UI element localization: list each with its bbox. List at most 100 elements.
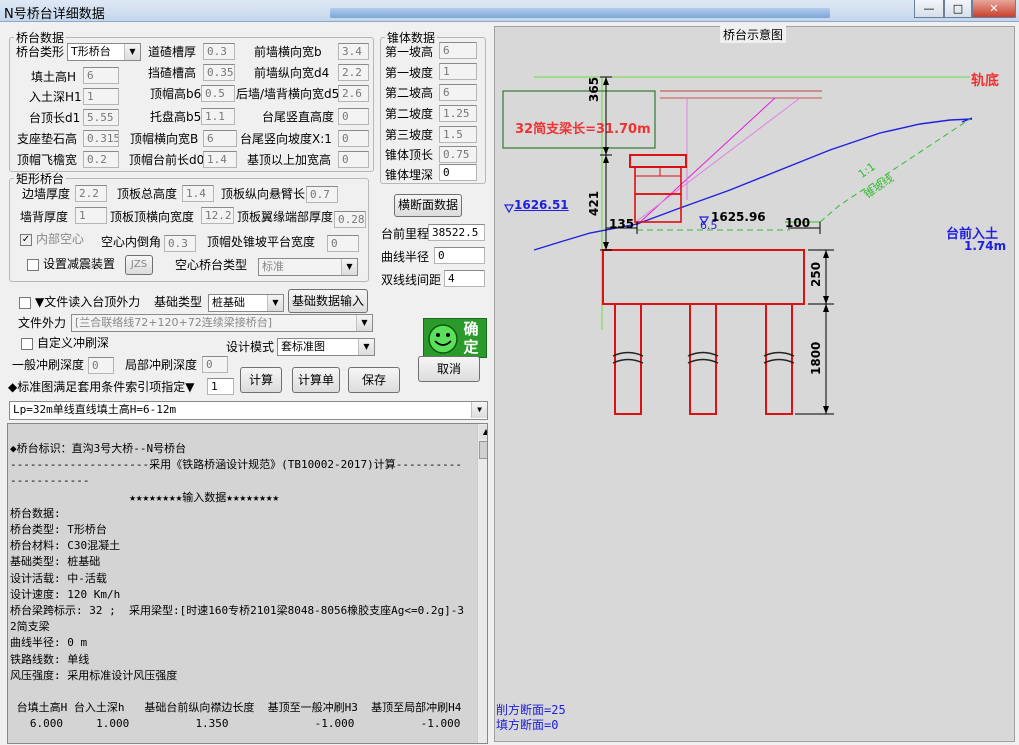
- cap-eave-input[interactable]: 0.2: [83, 151, 119, 168]
- general-scour-input[interactable]: 0: [88, 357, 114, 374]
- foundation-type-select[interactable]: 桩基础 ▼: [208, 294, 284, 312]
- damper-label: 设置减震装置: [43, 257, 116, 271]
- fill-height-input[interactable]: 6: [83, 67, 119, 84]
- foundation-type-label: 基础类型: [154, 295, 203, 309]
- cap-height-input[interactable]: 0.5: [201, 85, 235, 102]
- minimize-button[interactable]: —: [914, 0, 944, 18]
- tail-slope-input[interactable]: 0: [338, 130, 369, 147]
- slope2-height-label: 第二坡高: [385, 86, 434, 100]
- jzs-button[interactable]: JZS: [125, 255, 153, 275]
- scroll-up-icon[interactable]: ▲: [479, 425, 487, 439]
- curve-radius-input[interactable]: 0: [434, 247, 485, 264]
- mileage-input[interactable]: 38522.5: [428, 224, 485, 241]
- report-panel[interactable]: ◆桥台标识：直沟3号大桥--N号桥台 ---------------------…: [7, 423, 488, 744]
- slope-platform-input[interactable]: 0: [327, 235, 359, 252]
- slope2-ratio-label: 第二坡度: [385, 107, 434, 121]
- hollow-type-select[interactable]: 标准 ▼: [258, 258, 358, 276]
- file-force-checkbox[interactable]: [19, 297, 31, 309]
- front-wall-long-label: 前墙纵向宽d4: [254, 66, 330, 80]
- custom-scour-checkbox[interactable]: [21, 338, 33, 350]
- front-wall-width-input[interactable]: 3.4: [338, 43, 369, 60]
- ballast-trough-input[interactable]: 0.3: [203, 43, 235, 60]
- flange-thick-input[interactable]: 0.28: [334, 211, 366, 228]
- roof-height-input[interactable]: 1.4: [182, 185, 214, 202]
- bearing-pad-label: 支座垫石高: [17, 132, 78, 146]
- rect-abutment-title: 矩形桥台: [16, 172, 65, 186]
- custom-scour-label: 自定义冲刷深: [37, 336, 110, 350]
- cap-front-input[interactable]: 1.4: [203, 151, 237, 168]
- side-wall-input[interactable]: 2.2: [75, 185, 107, 202]
- slope1-ratio-input[interactable]: 1: [439, 63, 477, 80]
- foundation-data-button[interactable]: 基础数据输入: [288, 289, 368, 313]
- side-wall-label: 边墙厚度: [22, 187, 71, 201]
- cap-width-input[interactable]: 6: [203, 130, 237, 147]
- widen-height-input[interactable]: 0: [338, 151, 369, 168]
- window-title: N号桥台详细数据: [4, 7, 105, 22]
- slope1-height-label: 第一坡高: [385, 45, 434, 59]
- embed-depth-input[interactable]: 1: [83, 88, 119, 105]
- dim-mid-value: 6.5: [700, 219, 718, 232]
- report-scrollbar[interactable]: ▲: [477, 424, 487, 743]
- fill-height-label: 填土高H: [31, 70, 77, 84]
- cone-top-input[interactable]: 0.75: [439, 146, 477, 163]
- hollow-type-value: 标准: [262, 260, 284, 273]
- std-diagram-select[interactable]: Lp=32m单线直线填土高H=6-12m ▼: [9, 401, 488, 420]
- ballast-retain-input[interactable]: 0.35: [203, 64, 235, 81]
- cone-depth-input[interactable]: 0: [439, 164, 477, 181]
- design-mode-select[interactable]: 套标准图 ▼: [277, 338, 375, 356]
- file-external-select[interactable]: [兰合联络线72+120+72连续梁接桥台] ▼: [71, 314, 373, 332]
- cone-top-label: 锥体顶长: [385, 148, 434, 162]
- slope1-height-input[interactable]: 6: [439, 42, 477, 59]
- front-wall-width-label: 前墙横向宽b: [254, 45, 322, 59]
- chamfer-input[interactable]: 0.3: [164, 235, 196, 252]
- back-wall-width-input[interactable]: 2.6: [338, 85, 369, 102]
- ballast-retain-label: 挡碴槽高: [148, 66, 197, 80]
- chevron-down-icon: ▼: [356, 315, 372, 331]
- slope2-ratio-input[interactable]: 1.25: [439, 105, 477, 122]
- calc-sheet-button[interactable]: 计算单: [292, 367, 340, 393]
- save-button[interactable]: 保存: [348, 367, 400, 393]
- std-index-input[interactable]: 1: [207, 378, 234, 395]
- section-data-button[interactable]: 横断面数据: [394, 194, 462, 217]
- top-length-input[interactable]: 5.55: [83, 109, 119, 126]
- roof-cantilever-input[interactable]: 0.7: [306, 186, 338, 203]
- chevron-down-icon: ▼: [267, 295, 283, 311]
- local-scour-input[interactable]: 0: [202, 356, 228, 373]
- chevron-down-icon: ▼: [471, 402, 487, 418]
- back-wall-width-label: 后墙/墙背横向宽d5: [236, 87, 340, 101]
- chevron-down-icon: ▼: [124, 44, 140, 60]
- maximize-button[interactable]: □: [944, 0, 972, 18]
- ballast-trough-label: 道碴槽厚: [148, 45, 197, 59]
- widen-height-label: 基顶以上加宽高: [247, 153, 332, 167]
- roof-height-label: 顶板总高度: [117, 187, 178, 201]
- damper-checkbox[interactable]: [27, 259, 39, 271]
- front-wall-long-input[interactable]: 2.2: [338, 64, 369, 81]
- cancel-button[interactable]: 取消: [418, 356, 480, 382]
- elev-left-icon: [503, 204, 515, 214]
- mileage-label: 台前里程: [381, 227, 430, 241]
- tail-height-input[interactable]: 0: [338, 108, 369, 125]
- close-button[interactable]: ✕: [972, 0, 1016, 18]
- track-spacing-input[interactable]: 4: [444, 270, 485, 287]
- hollow-type-label: 空心桥台类型: [175, 258, 248, 272]
- wall-back-input[interactable]: 1: [75, 207, 107, 224]
- calc-button[interactable]: 计算: [240, 367, 282, 393]
- slope3-ratio-input[interactable]: 1.5: [439, 126, 477, 143]
- hollow-label: 内部空心: [36, 232, 85, 246]
- abutment-type-label: 桥台类形: [16, 45, 65, 59]
- curve-radius-label: 曲线半径: [381, 250, 430, 264]
- slope2-height-input[interactable]: 6: [439, 84, 477, 101]
- scroll-thumb[interactable]: [479, 441, 487, 459]
- tray-height-input[interactable]: 1.1: [201, 108, 235, 125]
- track-spacing-label: 双线线间距: [381, 273, 442, 287]
- roof-width-input[interactable]: 12.2: [201, 207, 234, 224]
- cap-eave-label: 顶帽飞檐宽: [17, 153, 78, 167]
- roof-width-label: 顶板顶横向宽度: [110, 210, 195, 224]
- std-diagram-value: Lp=32m单线直线填土高H=6-12m: [13, 403, 177, 416]
- bearing-pad-input[interactable]: 0.315: [83, 130, 119, 147]
- hollow-checkbox[interactable]: ✓: [20, 234, 32, 246]
- dim-135: 135: [609, 217, 635, 231]
- ok-button[interactable]: 确定: [423, 318, 487, 358]
- cap-front-label: 顶帽台前长d0: [129, 153, 205, 167]
- abutment-type-select[interactable]: T形桥台 ▼: [67, 43, 141, 61]
